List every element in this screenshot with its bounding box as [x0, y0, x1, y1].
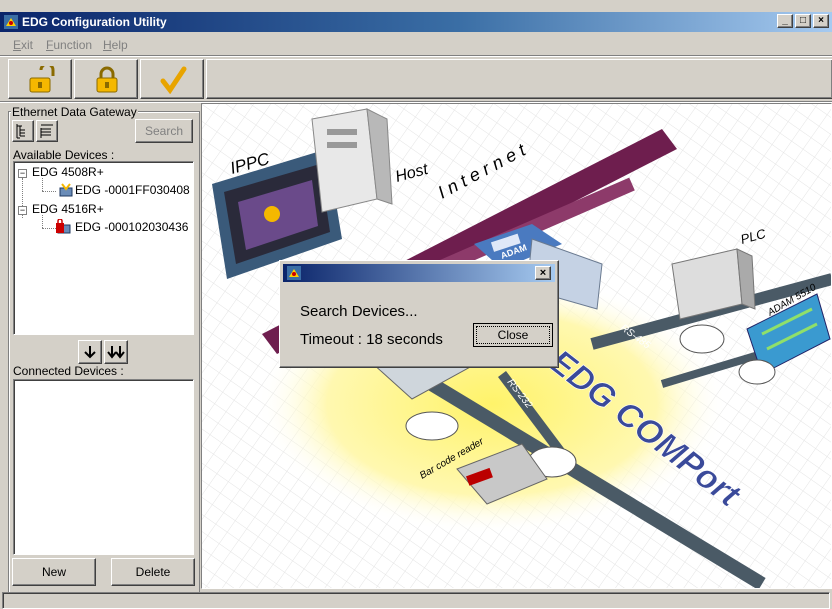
- connected-devices-label: Connected Devices :: [13, 364, 124, 378]
- close-window-button[interactable]: ×: [813, 14, 829, 28]
- status-bar: [0, 590, 832, 609]
- timeout-text: Timeout : 18 seconds: [300, 331, 443, 348]
- tree-node-device-2[interactable]: EDG -000102030436: [75, 220, 188, 234]
- app-icon: [4, 15, 18, 29]
- locked-device-icon: [56, 219, 71, 234]
- search-dialog: × Search Devices... Timeout : 18 seconds…: [279, 260, 559, 368]
- tree-line: [42, 228, 56, 229]
- expand-tree-button[interactable]: [12, 120, 34, 142]
- drop-bubble: [405, 411, 459, 441]
- lock-button[interactable]: [74, 59, 138, 99]
- available-devices-label: Available Devices :: [13, 148, 115, 162]
- host-device: [311, 108, 393, 213]
- dialog-close-icon[interactable]: ×: [535, 266, 551, 280]
- title-bar: EDG Configuration Utility _ □ ×: [0, 12, 832, 32]
- apply-button[interactable]: [140, 59, 204, 99]
- search-button[interactable]: Search: [135, 119, 193, 143]
- lock-icon: [96, 66, 118, 93]
- tree-expand-icon: [16, 124, 25, 139]
- connected-devices-list[interactable]: [13, 379, 194, 555]
- device-icon: [59, 183, 73, 197]
- search-message: Search Devices...: [300, 303, 418, 320]
- unlock-icon: [29, 66, 55, 93]
- timeout-value: 18 seconds: [366, 331, 443, 348]
- tree-collapse-toggle[interactable]: −: [18, 169, 27, 178]
- tree-line: [42, 178, 43, 191]
- tree-line: [42, 215, 43, 228]
- menu-exit-rest: xit: [21, 38, 34, 52]
- group-title: Ethernet Data Gateway: [11, 105, 138, 119]
- minimize-button[interactable]: _: [777, 14, 793, 28]
- menu-help-rest: elp: [111, 38, 128, 52]
- add-all-button[interactable]: [104, 340, 128, 364]
- timeout-label: Timeout :: [300, 331, 362, 348]
- double-arrow-down-icon: [107, 346, 125, 359]
- window-title: EDG Configuration Utility: [22, 15, 167, 29]
- tree-node-edg-4516r[interactable]: EDG 4516R+: [32, 202, 104, 216]
- menu-function[interactable]: Function: [46, 38, 92, 52]
- unlock-button[interactable]: [8, 59, 72, 99]
- delete-button[interactable]: Delete: [111, 558, 195, 586]
- left-panel: Ethernet Data Gateway Search Available D…: [8, 103, 200, 593]
- menu-bar: Exit Function Help: [0, 36, 832, 54]
- dialog-close-label: Close: [476, 326, 550, 344]
- available-devices-tree[interactable]: − EDG 4508R+ EDG -0001FF030408 − EDG 451…: [13, 161, 194, 335]
- checkmark-icon: [160, 66, 187, 94]
- toolbar-separator: [0, 55, 832, 57]
- menu-function-rest: unction: [53, 38, 93, 52]
- tree-collapse-toggle[interactable]: −: [18, 206, 27, 215]
- dialog-app-icon: [287, 266, 301, 280]
- maximize-button[interactable]: □: [795, 14, 811, 28]
- tree-node-edg-4508r[interactable]: EDG 4508R+: [32, 165, 104, 179]
- tree-line: [42, 191, 56, 192]
- arrow-down-icon: [84, 346, 96, 359]
- menu-help[interactable]: Help: [103, 38, 128, 52]
- status-panel: [2, 592, 830, 609]
- menu-exit[interactable]: Exit: [13, 38, 33, 52]
- toolbar-filler: [206, 59, 832, 99]
- collapse-tree-button[interactable]: [36, 120, 58, 142]
- dialog-close-button[interactable]: Close: [473, 323, 553, 347]
- new-button[interactable]: New: [12, 558, 96, 586]
- tree-node-device-1[interactable]: EDG -0001FF030408: [75, 183, 190, 197]
- dialog-title-bar: ×: [283, 264, 555, 282]
- tree-collapse-icon: [40, 124, 53, 138]
- add-selected-button[interactable]: [78, 340, 102, 364]
